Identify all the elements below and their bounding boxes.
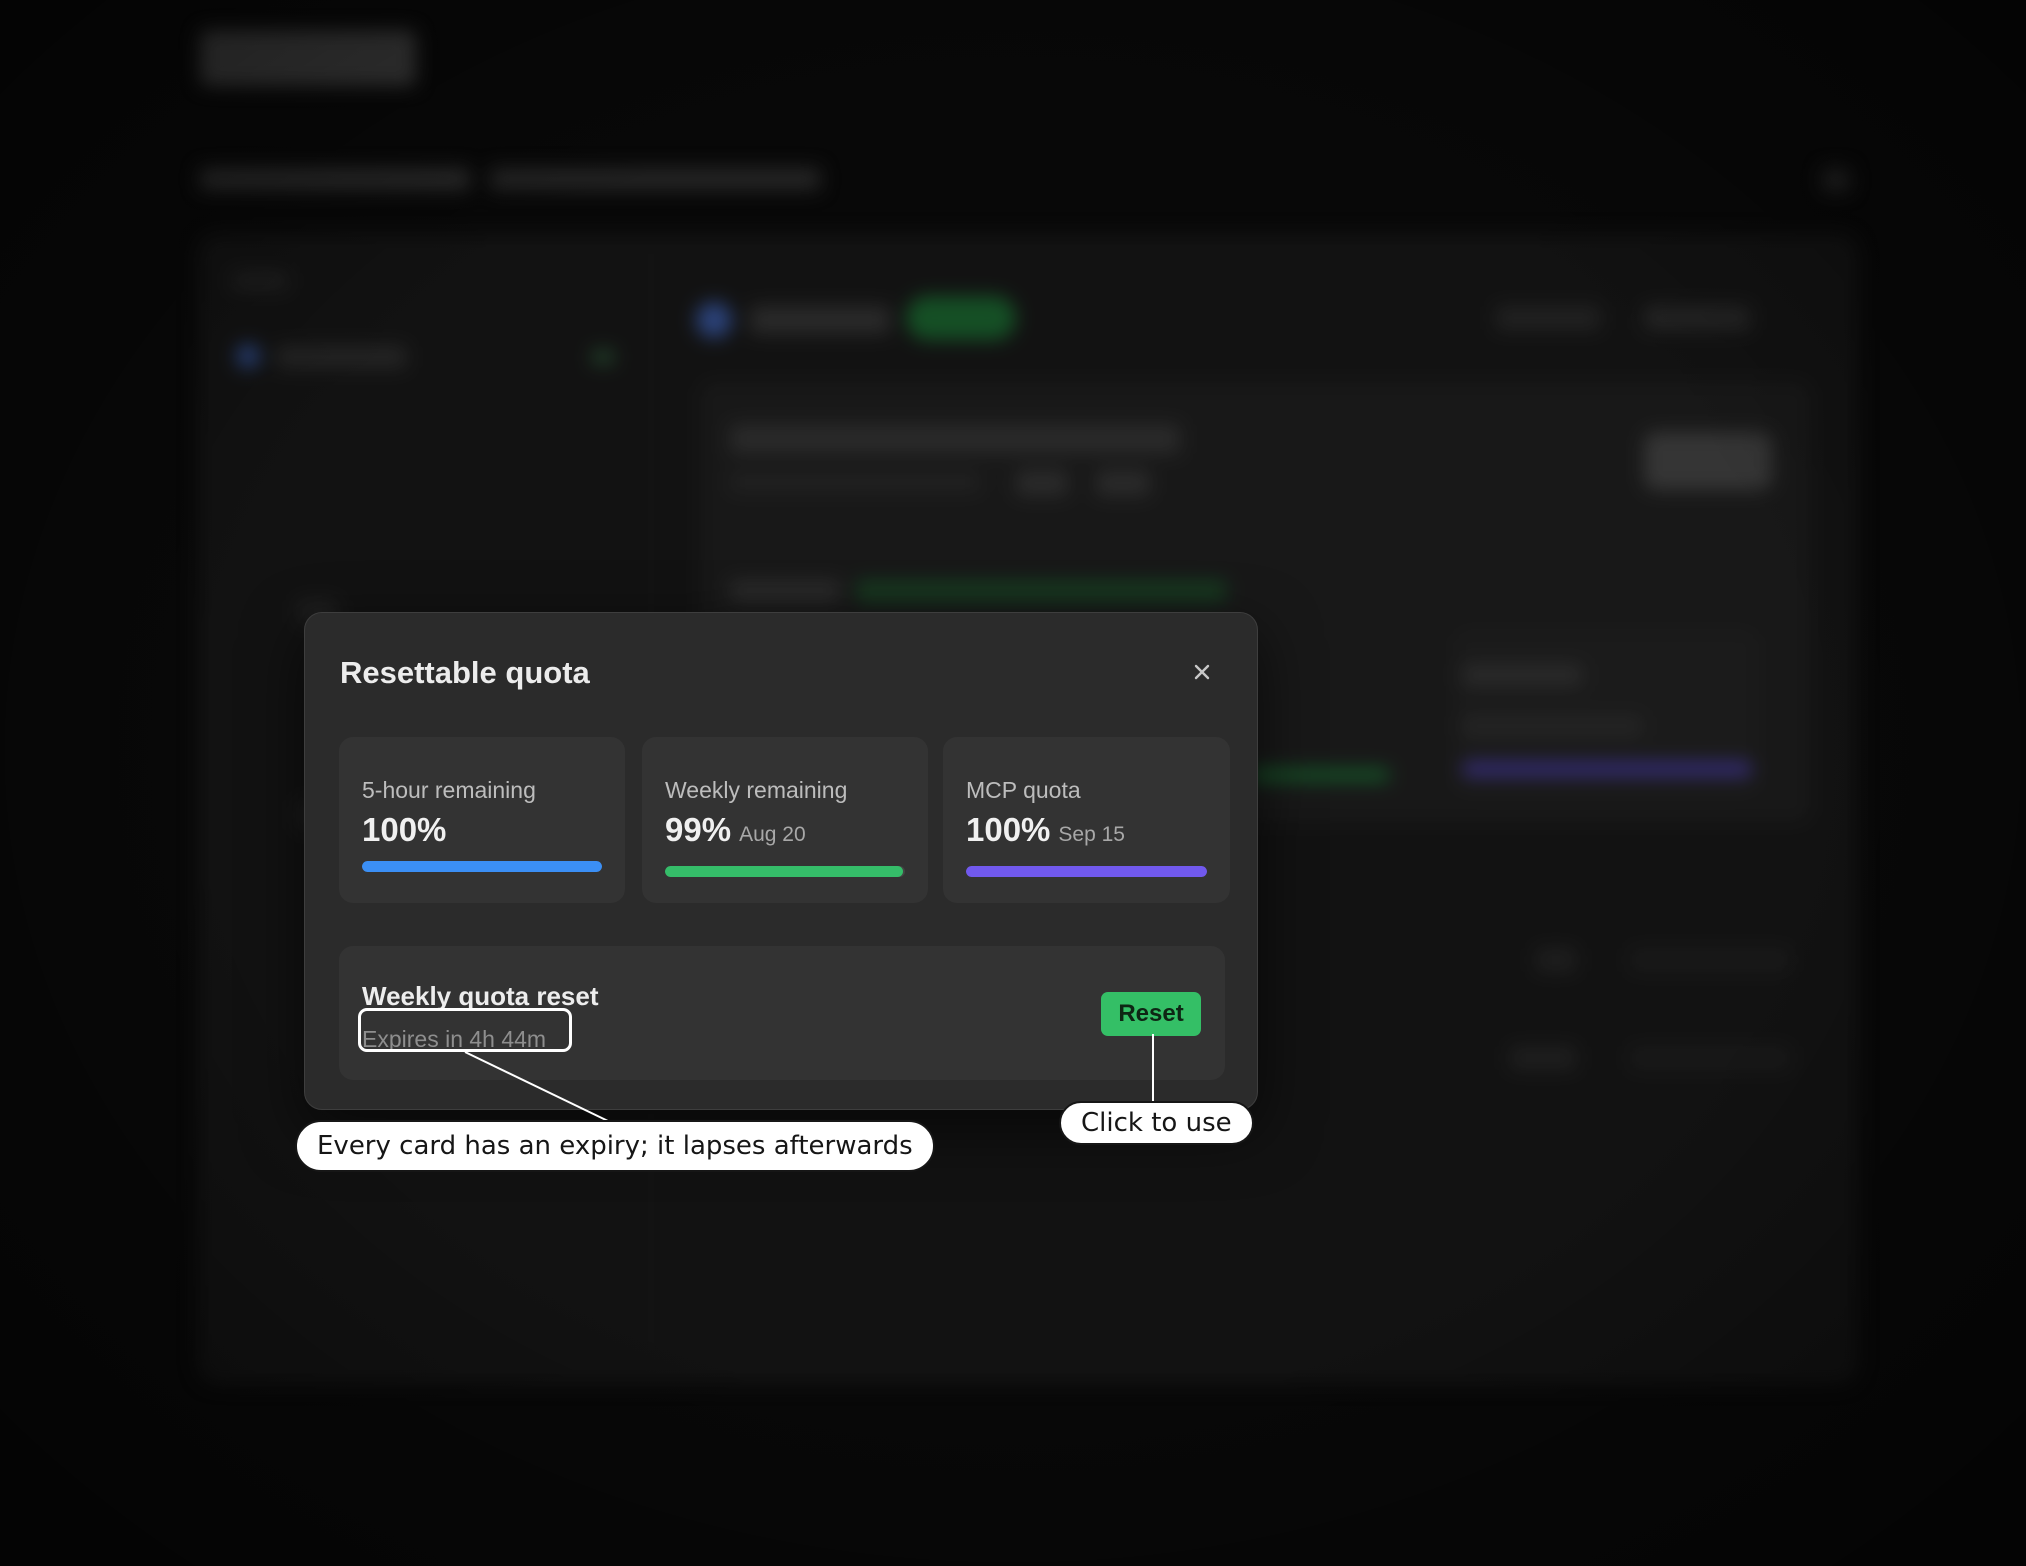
expiry-callout: Every card has an expiry; it lapses afte… [295,1120,935,1172]
expiry-leader-line [464,1051,609,1122]
annotation-leader-lines [464,1034,1154,1122]
reset-callout: Click to use [1059,1101,1254,1145]
